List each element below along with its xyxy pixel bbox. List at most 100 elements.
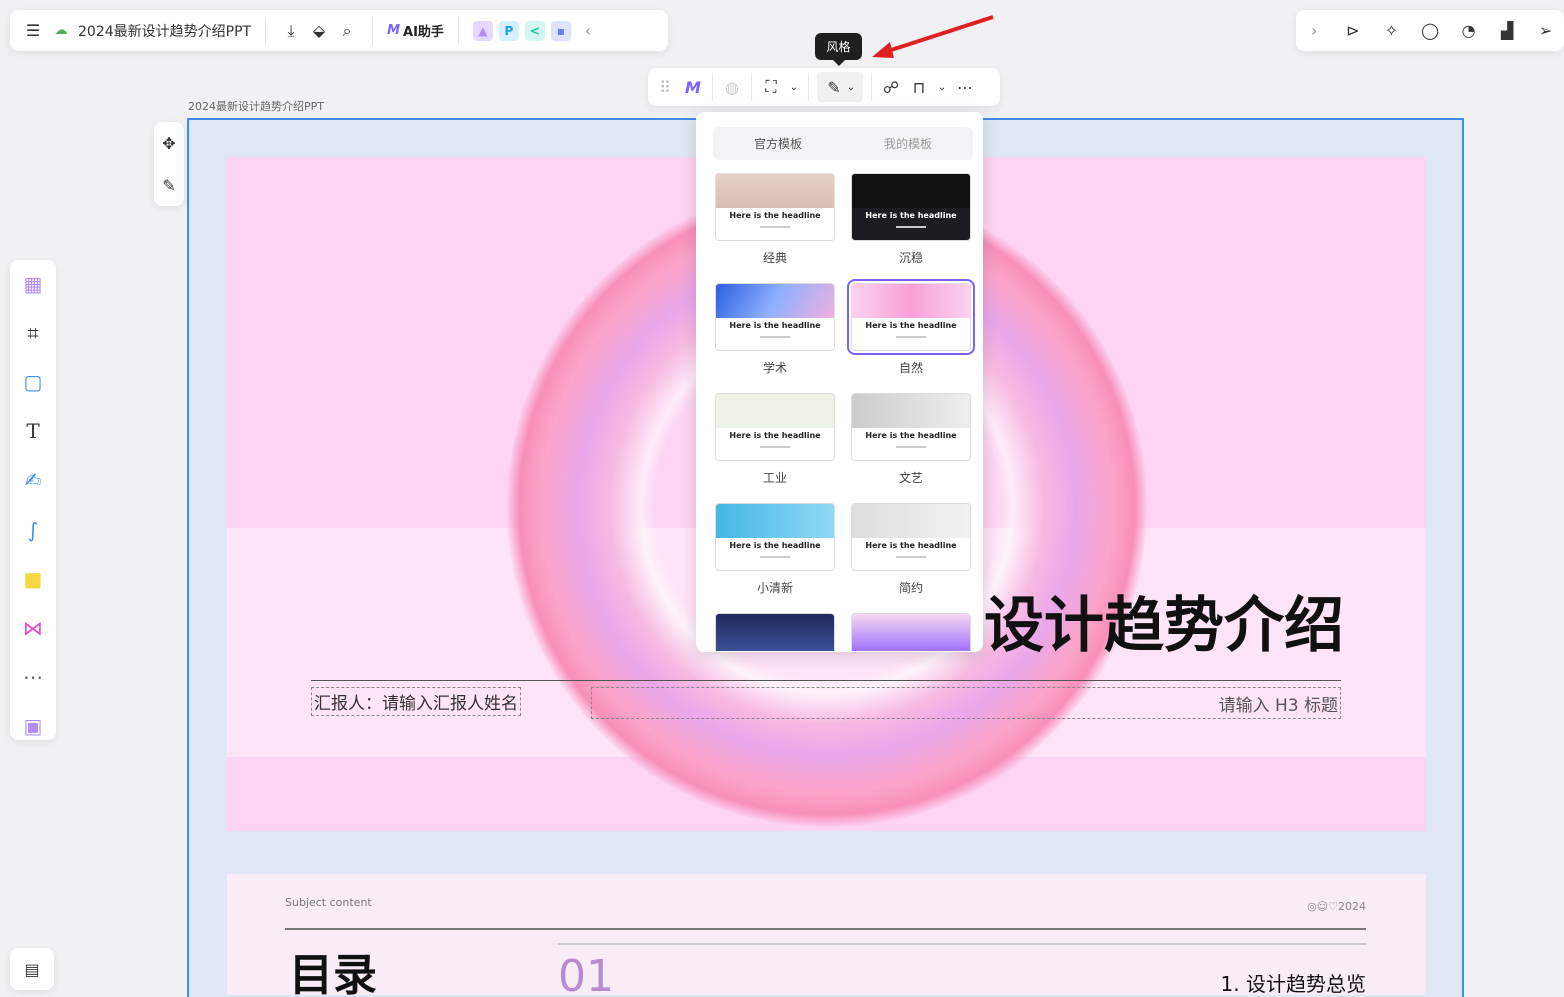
play-icon[interactable]: ⊳ (1343, 20, 1364, 42)
presentation-icon[interactable]: ⛶ (760, 76, 782, 98)
minimap-button[interactable]: ▤ (10, 948, 54, 990)
transparent-fill-icon[interactable]: ◍ (721, 76, 743, 98)
doc-title[interactable]: 2024最新设计趋势介绍PPT (78, 21, 251, 41)
frame-icon[interactable]: ⌗ (19, 319, 47, 346)
template-headline: Here is the headline (865, 431, 957, 440)
template-headline: Here is the headline (729, 431, 821, 440)
expand-icon[interactable]: › (1304, 20, 1325, 42)
unlock-icon[interactable]: ⊓ (908, 76, 930, 98)
style-brush-icon[interactable]: ✎ (158, 174, 180, 196)
cloud-sync-icon: ☁ (54, 23, 68, 38)
toc-heading[interactable]: 目录 (289, 954, 377, 996)
pointer-icon[interactable]: ➢ (1535, 20, 1556, 42)
template-name: 自然 (898, 361, 923, 375)
comment-icon[interactable]: ◯ (1420, 20, 1441, 42)
template-card[interactable]: Here is the headline (847, 279, 975, 355)
style-brush-icon: ✎ (827, 77, 841, 97)
tab-official-templates[interactable]: 官方模板 (713, 127, 843, 160)
menu-icon[interactable]: ☰ (22, 20, 44, 42)
shape-icon[interactable]: ▢ (19, 368, 47, 395)
search-icon[interactable]: ⌕ (336, 20, 358, 42)
template-subline (760, 226, 790, 228)
template-subline (760, 556, 790, 558)
chevron-down-icon[interactable]: ⌄ (788, 76, 800, 98)
template-headline: Here is the headline (729, 211, 821, 220)
text-icon[interactable]: T (19, 418, 47, 445)
section-number[interactable]: 01 (558, 955, 614, 996)
download-icon[interactable]: ⤓ (280, 20, 302, 42)
style-panel: 官方模板 我的模板 Here is the headline 经典 Here is … (696, 112, 983, 652)
slide-title[interactable]: 设计趋势介绍 (984, 577, 1344, 664)
timer-icon[interactable]: ◔ (1458, 20, 1479, 42)
template-card[interactable]: Here is the headline (851, 393, 971, 461)
tab-my-templates[interactable]: 我的模板 (843, 127, 973, 160)
sticky-note-icon[interactable]: ■ (19, 565, 47, 592)
template-thumbnail (852, 504, 970, 538)
tag-icon[interactable]: ⬙ (308, 20, 330, 42)
template-thumbnail (716, 394, 834, 428)
image-app-icon[interactable]: ▲ (472, 20, 493, 41)
template-headline: Here is the headline (865, 321, 957, 330)
connector-icon[interactable]: ∫ (19, 516, 47, 543)
top-toolbar: ☰ ☁ 2024最新设计趋势介绍PPT ⤓ ⬙ ⌕ M AI助手 ▲ P < ▪ … (10, 10, 668, 51)
tooltip: 风格 (815, 33, 862, 66)
ai-assistant-button[interactable]: M AI助手 (387, 21, 444, 40)
move-icon[interactable]: ✥ (158, 132, 180, 154)
celebrate-icon[interactable]: ✧ (1381, 20, 1402, 42)
p-app-icon[interactable]: P (498, 20, 519, 41)
template-card[interactable]: Here is the headline (715, 283, 835, 351)
red-arrow-annotation (872, 15, 994, 58)
template-card[interactable]: Here is the headline (851, 503, 971, 571)
subject-label: Subject content (285, 896, 372, 909)
template-tabs: 官方模板 我的模板 (713, 127, 973, 160)
divider (558, 943, 1366, 945)
template-subline (896, 446, 926, 448)
template-thumbnail (852, 284, 970, 318)
more-icon[interactable]: ⋯ (19, 664, 47, 691)
pen-icon[interactable]: ✍ (19, 467, 47, 494)
template-name: 学术 (762, 361, 787, 375)
more-icon[interactable]: ⋯ (954, 76, 976, 98)
slide-side-tools: ✥ ✎ (154, 122, 184, 206)
mindmap-app-icon[interactable]: < (524, 20, 545, 41)
chevron-down-icon: ⌄ (846, 81, 856, 93)
template-card[interactable]: Here is the headline (715, 173, 835, 241)
collapse-icon[interactable]: ‹ (577, 20, 599, 42)
ai-logo-icon: M (387, 23, 401, 38)
minimap-icon: ▤ (24, 959, 40, 979)
mindmap-icon[interactable]: ⋈ (19, 614, 47, 641)
ai-logo-icon[interactable]: M (682, 76, 704, 98)
template-card[interactable]: Here is the headline (715, 503, 835, 571)
template-subline (760, 446, 790, 448)
chart-icon[interactable]: ▟ (1497, 20, 1518, 42)
divider (285, 928, 1366, 930)
template-card[interactable]: Here is the headline (715, 393, 835, 461)
left-toolbar: ▦ ⌗ ▢ T ✍ ∫ ■ ⋈ ⋯ ▣ (10, 260, 56, 740)
template-thumbnail (716, 504, 834, 538)
canvas-label: 2024最新设计趋势介绍PPT (188, 100, 324, 113)
template-thumbnail (852, 394, 970, 428)
drag-handle-icon[interactable]: ⠿ (654, 76, 676, 98)
emoji-icons: ◎☺♡ (1307, 900, 1338, 913)
template-headline: Here is the headline (865, 541, 957, 550)
template-name: 沉稳 (898, 251, 923, 265)
template-card[interactable] (715, 613, 835, 651)
chat-app-icon[interactable]: ▪ (550, 20, 571, 41)
chevron-down-icon[interactable]: ⌄ (936, 76, 948, 98)
template-name: 文艺 (898, 471, 923, 485)
ai-label: AI助手 (403, 25, 444, 40)
style-button[interactable]: ✎ ⌄ (817, 72, 863, 102)
template-subline (760, 336, 790, 338)
template-subline (896, 556, 926, 558)
slide-2[interactable]: Subject content ◎☺♡2024 目录 01 1. 设计趋势总览 (227, 874, 1426, 995)
template-name: 经典 (762, 251, 787, 265)
template-card[interactable]: Here is the headline (851, 173, 971, 241)
template-card[interactable] (851, 613, 971, 651)
plugin-icon[interactable]: ▣ (19, 713, 47, 740)
share-nodes-icon[interactable]: ☍ (880, 76, 902, 98)
section-item[interactable]: 1. 设计趋势总览 (1221, 974, 1366, 994)
reporter-field[interactable]: 汇报人：请输入汇报人姓名 (311, 687, 521, 716)
template-icon[interactable]: ▦ (19, 270, 47, 297)
h3-field[interactable]: 请输入 H3 标题 (591, 687, 1341, 719)
year: 2024 (1338, 900, 1366, 913)
